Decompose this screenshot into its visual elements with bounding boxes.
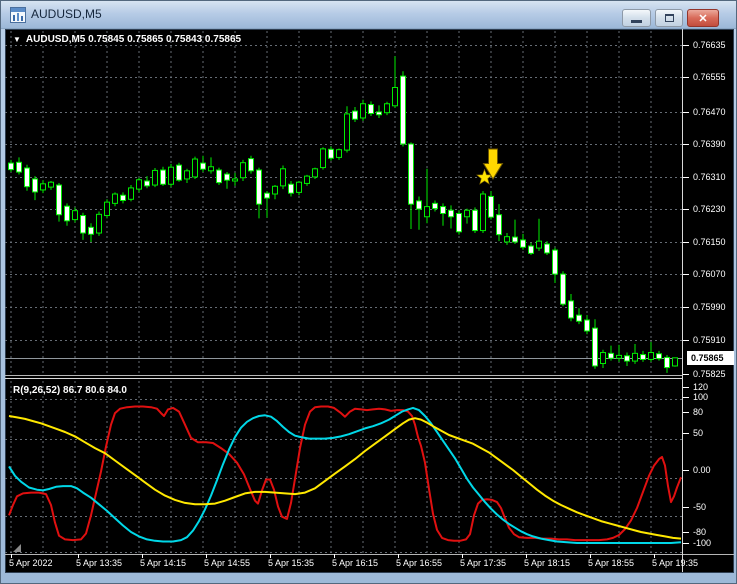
indicator-axis-label: 80 (693, 407, 704, 417)
indicator-axis-label: -50 (693, 502, 707, 512)
price-axis-label: 0.76310 (693, 172, 726, 182)
price-axis-label: 0.76150 (693, 237, 726, 247)
restore-button[interactable] (655, 9, 683, 27)
app-chart-icon (10, 7, 26, 23)
time-axis-label: 5 Apr 16:15 (332, 558, 379, 568)
time-axis-label: 5 Apr 17:35 (460, 558, 507, 568)
time-axis-label: 5 Apr 14:55 (204, 558, 251, 568)
chart-client-area[interactable] (5, 29, 734, 573)
restore-icon (664, 14, 674, 22)
time-axis-label: 5 Apr 18:15 (524, 558, 571, 568)
indicator-axis-label: -100 (693, 538, 712, 548)
close-button[interactable]: ✕ (687, 9, 719, 27)
price-axis-label: 0.76635 (693, 40, 726, 50)
price-axis-label: 0.76390 (693, 139, 726, 149)
indicator-label: R(9,26,52) 86.7 80.6 84.0 (13, 385, 127, 396)
window-titlebar[interactable]: AUDUSD,M5 ✕ (1, 1, 736, 29)
price-axis-label: 0.75910 (693, 335, 726, 345)
price-axis-label: 0.76070 (693, 269, 726, 279)
price-axis-label: 0.76555 (693, 72, 726, 82)
indicator-axis-label: 120 (693, 382, 709, 392)
time-axis-label: 5 Apr 19:35 (652, 558, 699, 568)
minimize-icon (631, 20, 642, 23)
price-axis-label: 0.75825 (693, 369, 726, 379)
time-axis-label: 5 Apr 18:55 (588, 558, 635, 568)
price-axis-label: 0.75990 (693, 302, 726, 312)
price-axis-label: 0.76230 (693, 204, 726, 214)
time-axis-label: 5 Apr 16:55 (396, 558, 443, 568)
ohlc-text: AUDUSD,M5 0.75845 0.75865 0.75843 0.7586… (25, 34, 242, 45)
indicator-axis-label: -80 (693, 527, 707, 537)
time-axis-label: 5 Apr 15:35 (268, 558, 315, 568)
indicator-axis-label: 100 (693, 392, 709, 402)
chart-ohlc-header: ▼ AUDUSD,M5 0.75845 0.75865 0.75843 0.758… (13, 34, 241, 45)
current-price-badge: 0.75865 (687, 351, 734, 365)
chart-dropdown-icon[interactable]: ▼ (13, 35, 21, 44)
price-axis-label: 0.76470 (693, 107, 726, 117)
window-title: AUDUSD,M5 (31, 7, 102, 21)
indicator-axis-label: 0.00 (693, 465, 711, 475)
time-axis-label: 5 Apr 14:15 (140, 558, 187, 568)
minimize-button[interactable] (622, 9, 651, 27)
chart-window: AUDUSD,M5 ✕ ▼ AUDUSD,M5 0.75845 0.75865 0… (0, 0, 737, 584)
time-axis-label: 5 Apr 2022 (9, 558, 53, 568)
time-axis-label: 5 Apr 13:35 (76, 558, 123, 568)
indicator-axis-label: 50 (693, 428, 704, 438)
